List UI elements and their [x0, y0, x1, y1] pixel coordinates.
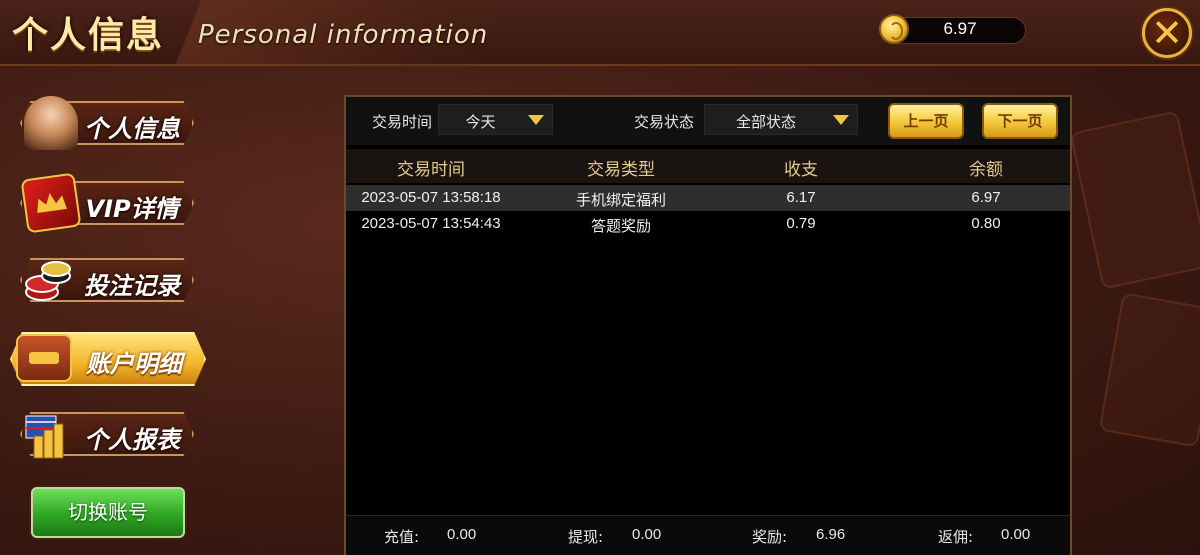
table-row[interactable]: 2023-05-07 13:58:18 手机绑定福利 6.17 6.97: [346, 185, 1070, 211]
reward-value: 6.96: [816, 526, 846, 543]
column-header: 交易时间: [397, 160, 465, 180]
coin-icon: [879, 14, 909, 44]
withdraw-value: 0.00: [632, 526, 662, 543]
column-header: 收支: [784, 160, 818, 180]
transaction-panel: 交易时间 今天 交易状态 全部状态 上一页 下一页 交易时间 交易类型 收支 余…: [344, 95, 1072, 555]
time-filter-value: 今天: [465, 113, 496, 131]
rebate-label: 返佣:: [938, 528, 974, 546]
page-title: 个人信息: [12, 15, 165, 56]
cell-time: 2023-05-07 13:58:18: [361, 189, 501, 206]
chevron-down-icon: [833, 115, 849, 125]
avatar-girl-icon: [24, 96, 78, 150]
sidebar-item-label: 个人信息: [84, 115, 180, 143]
prev-page-button[interactable]: 上一页: [888, 103, 964, 139]
column-header: 交易类型: [587, 160, 655, 180]
cell-time: 2023-05-07 13:54:43: [361, 215, 501, 232]
summary-bar: 充值: 0.00 提现: 0.00 奖励: 6.96 返佣: 0.00: [346, 515, 1070, 555]
sidebar-item-label: VIP详情: [85, 195, 179, 223]
cell-balance: 6.97: [971, 189, 1001, 206]
balance-value: 6.97: [943, 19, 977, 38]
sidebar-item-label: 投注记录: [84, 272, 180, 300]
table-row[interactable]: 2023-05-07 13:54:43 答题奖励 0.79 0.80: [346, 211, 1070, 237]
filter-bar: 交易时间 今天 交易状态 全部状态 上一页 下一页: [346, 97, 1070, 145]
crown-icon: [37, 193, 67, 214]
cell-balance: 0.80: [971, 215, 1001, 232]
status-filter-select[interactable]: 全部状态: [704, 104, 858, 135]
close-button[interactable]: ✕: [1142, 8, 1192, 58]
sidebar-item-label: 个人报表: [84, 426, 180, 454]
close-icon: ✕: [1151, 11, 1183, 55]
column-header: 余额: [969, 160, 1003, 180]
time-filter-select[interactable]: 今天: [438, 104, 553, 135]
header-bar: 个人信息 Personal information 6.97 ✕: [0, 0, 1200, 66]
background-decoration: [1098, 292, 1200, 448]
status-filter-label: 交易状态: [634, 113, 695, 131]
cell-type: 答题奖励: [590, 218, 651, 235]
wallet-icon: [16, 334, 72, 382]
rebate-value: 0.00: [1001, 526, 1031, 543]
switch-account-button[interactable]: 切换账号: [31, 487, 185, 538]
chips-icon: [22, 254, 76, 308]
cell-amount: 0.79: [786, 215, 816, 232]
withdraw-label: 提现:: [568, 528, 604, 546]
next-page-button[interactable]: 下一页: [982, 103, 1058, 139]
status-filter-value: 全部状态: [735, 113, 796, 131]
recharge-value: 0.00: [447, 526, 477, 543]
sidebar-item-label: 账户明细: [86, 350, 182, 378]
reward-label: 奖励:: [752, 528, 788, 546]
cell-amount: 6.17: [786, 189, 816, 206]
table-header: 交易时间 交易类型 收支 余额: [346, 149, 1070, 183]
background-decoration: [1069, 110, 1200, 290]
chevron-down-icon: [528, 115, 544, 125]
time-filter-label: 交易时间: [372, 113, 433, 131]
vip-card-icon: [20, 172, 82, 234]
cell-type: 手机绑定福利: [575, 192, 666, 209]
recharge-label: 充值:: [384, 528, 420, 546]
page-subtitle: Personal information: [198, 20, 489, 50]
report-chart-icon: [22, 408, 76, 462]
